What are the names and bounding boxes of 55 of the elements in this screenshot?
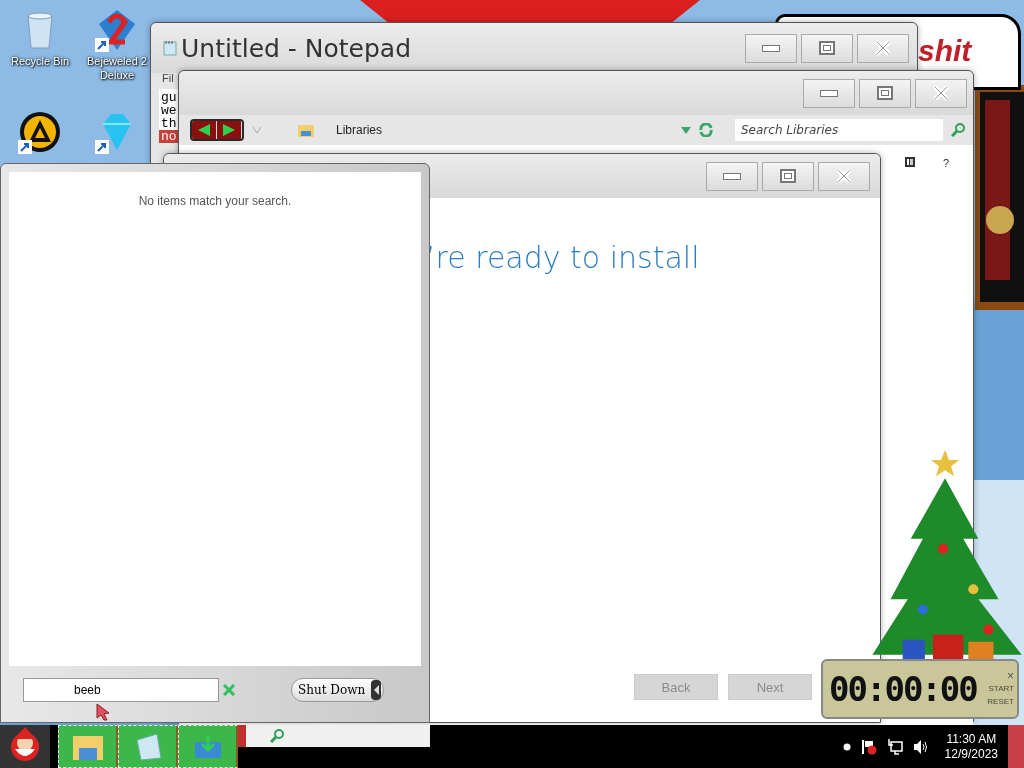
banner-text: shit xyxy=(918,34,972,68)
search-field[interactable]: Search Libraries xyxy=(735,119,943,141)
player-icon[interactable] xyxy=(18,110,62,154)
refresh-icon[interactable] xyxy=(699,123,713,137)
flag-icon[interactable] xyxy=(860,738,877,755)
close-icon[interactable]: × xyxy=(1007,670,1014,682)
text-line: we xyxy=(160,104,178,117)
minimize-button[interactable] xyxy=(745,33,797,63)
start-orb-drawing[interactable] xyxy=(0,725,50,768)
taskbar-search-field[interactable] xyxy=(238,725,430,747)
search-field[interactable]: beeb xyxy=(23,678,219,702)
help-button[interactable]: ? xyxy=(942,157,949,169)
menu-item[interactable]: Fil xyxy=(162,72,174,84)
setup-heading: ’re ready to install xyxy=(426,240,701,275)
clock-time[interactable]: 11:30 AM xyxy=(946,731,997,747)
maximize-button[interactable] xyxy=(801,33,853,63)
setup-taskbar-button[interactable] xyxy=(178,725,238,768)
text-line: th xyxy=(160,117,178,130)
dot-icon[interactable] xyxy=(842,742,851,751)
panel-icon[interactable] xyxy=(904,157,915,167)
maximize-button[interactable] xyxy=(762,161,814,191)
close-button[interactable] xyxy=(857,33,909,63)
close-button[interactable] xyxy=(915,78,967,108)
folder-taskbar-button[interactable] xyxy=(58,725,118,768)
shutdown-button[interactable]: Shut Down xyxy=(291,678,385,702)
cursor-icon xyxy=(96,703,110,721)
search-icon[interactable] xyxy=(951,123,965,137)
back-arrow-icon xyxy=(197,124,211,136)
maximize-button[interactable] xyxy=(859,78,911,108)
notepad-icon xyxy=(163,40,177,56)
stopwatch-button[interactable]: RESET xyxy=(987,695,1014,708)
search-icon[interactable] xyxy=(270,729,284,743)
close-icon xyxy=(874,39,892,57)
icon-label: Recycle Bin xyxy=(9,54,71,68)
window-title: Untitled - Notepad xyxy=(181,33,412,63)
minimize-button[interactable] xyxy=(706,161,758,191)
back-button[interactable] xyxy=(192,121,217,139)
stopwatch-reading: 00:00:00 xyxy=(829,669,977,709)
close-icon xyxy=(932,84,950,102)
forward-arrow-icon xyxy=(222,124,236,136)
volume-icon[interactable] xyxy=(912,738,929,755)
notepad-taskbar-button[interactable] xyxy=(118,725,178,768)
address-text[interactable]: Libraries xyxy=(336,123,383,137)
network-icon[interactable] xyxy=(886,738,903,755)
folder-icon xyxy=(298,123,314,137)
text-line: gu xyxy=(160,91,178,104)
stopwatch-button[interactable]: START xyxy=(988,682,1014,695)
forward-button[interactable] xyxy=(217,121,242,139)
close-button[interactable] xyxy=(818,161,870,191)
minimize-button[interactable] xyxy=(803,78,855,108)
clock-date[interactable]: 12/9/2023 xyxy=(944,746,998,762)
close-icon xyxy=(835,167,853,185)
empty-message: No items match your search. xyxy=(138,194,292,210)
icon-label: Bejeweled 2 Deluxe xyxy=(86,54,148,82)
dropdown-icon[interactable] xyxy=(681,126,691,134)
